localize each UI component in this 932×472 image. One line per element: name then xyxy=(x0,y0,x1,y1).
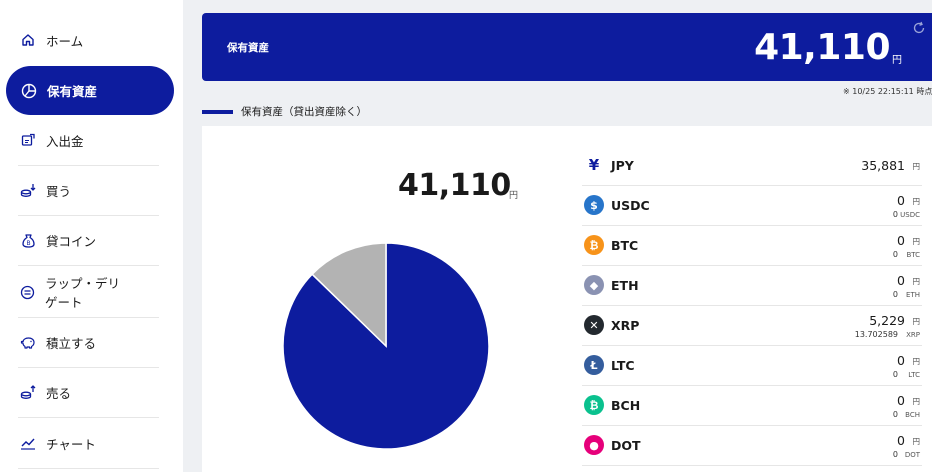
sidebar-item-chart[interactable]: チャート xyxy=(20,418,130,468)
home-icon xyxy=(20,32,36,48)
asset-quantity-unit: XRP xyxy=(906,331,920,339)
transfer-icon xyxy=(20,132,36,148)
asset-value-unit: 円 xyxy=(912,437,921,446)
asset-quantity: 13.702589 xyxy=(854,330,898,339)
asset-row-xrp[interactable]: ✕ XRP 5,229 円 13.702589 XRP xyxy=(582,306,922,346)
asset-quantity: 0 xyxy=(892,370,898,379)
asset-quantity-unit: DOT xyxy=(904,451,920,459)
sidebar-item-deposit-withdraw[interactable]: 入出金 xyxy=(20,115,130,165)
asset-value: 0 xyxy=(897,433,905,448)
asset-value-unit: 円 xyxy=(912,197,921,206)
asset-quantity: 0 xyxy=(892,290,898,299)
asset-value-unit: 円 xyxy=(912,317,921,326)
asset-value: 0 xyxy=(897,353,905,368)
asset-value: 35,881 xyxy=(861,158,905,173)
asset-symbol: USDC xyxy=(611,198,650,213)
total-assets-amount: 41,110 xyxy=(754,27,890,68)
sidebar-item-assets[interactable]: 保有資産 xyxy=(6,66,174,115)
wrap-delegate-icon xyxy=(20,284,35,300)
asset-quantity: 0 xyxy=(892,410,898,419)
asset-quantity-unit: USDC xyxy=(900,211,920,219)
asset-row-ltc[interactable]: Ł LTC 0 円 0 LTC xyxy=(582,346,922,386)
svg-text:B: B xyxy=(26,240,30,247)
asset-value: 0 xyxy=(897,393,905,408)
pie-total-unit: 円 xyxy=(509,191,519,201)
sidebar-item-label: 保有資産 xyxy=(47,84,98,99)
sidebar-item-label: ホーム xyxy=(46,33,84,49)
asset-value-unit: 円 xyxy=(912,277,921,286)
updated-timestamp: ※ 10/25 22:15:11 時点 xyxy=(843,87,932,96)
asset-symbol: LTC xyxy=(611,358,635,373)
asset-symbol: DOT xyxy=(611,438,641,453)
asset-quantity-unit: LTC xyxy=(908,371,920,379)
banner-label: 保有資産 xyxy=(227,42,269,54)
sidebar-item-home[interactable]: ホーム xyxy=(20,15,130,65)
asset-quantity: 0 xyxy=(892,210,898,219)
eth-icon: ◆ xyxy=(584,275,604,295)
sidebar-item-label: 貸コイン xyxy=(46,233,97,249)
sidebar: ホーム 保有資産 入出金 買う B 貸コイン ラップ・デリゲート 積立する 売る… xyxy=(0,0,183,472)
divider xyxy=(18,468,159,469)
asset-quantity-unit: BTC xyxy=(906,251,920,259)
total-assets-banner: 保有資産 41,110 円 xyxy=(202,13,932,81)
sidebar-item-wrap-delegate[interactable]: ラップ・デリゲート xyxy=(20,267,130,317)
asset-value-unit: 円 xyxy=(912,162,921,171)
pie-chart-icon xyxy=(21,83,37,99)
sidebar-item-lend-coin[interactable]: B 貸コイン xyxy=(20,215,130,265)
asset-pie-chart xyxy=(282,242,490,450)
asset-quantity-unit: BCH xyxy=(905,411,920,419)
asset-value: 0 xyxy=(897,233,905,248)
lend-bag-icon: B xyxy=(20,232,36,248)
section-accent-bar xyxy=(202,109,233,114)
sidebar-item-label: ラップ・デリゲート xyxy=(45,276,121,310)
asset-quantity-unit: ETH xyxy=(906,291,920,299)
asset-row-usdc[interactable]: $ USDC 0 円 0 USDC xyxy=(582,186,922,226)
sidebar-item-accumulate[interactable]: 積立する xyxy=(20,317,130,367)
asset-value-unit: 円 xyxy=(912,397,921,406)
asset-row-bch[interactable]: ₿ BCH 0 円 0 BCH xyxy=(582,386,922,426)
asset-row-btc[interactable]: ₿ BTC 0 円 0 BTC xyxy=(582,226,922,266)
sidebar-item-label: 売る xyxy=(46,385,72,401)
sidebar-item-sell[interactable]: 売る xyxy=(20,367,130,417)
asset-symbol: ETH xyxy=(611,278,639,293)
sidebar-item-label: 入出金 xyxy=(46,133,84,149)
asset-value: 0 xyxy=(897,193,905,208)
sidebar-item-label: 買う xyxy=(46,183,72,199)
asset-value-unit: 円 xyxy=(912,357,921,366)
sell-coins-icon xyxy=(20,384,36,400)
sidebar-item-label: チャート xyxy=(46,436,96,452)
jpy-icon: ¥ xyxy=(584,155,604,175)
divider xyxy=(18,265,159,266)
asset-value-unit: 円 xyxy=(912,237,921,246)
asset-symbol: XRP xyxy=(611,318,640,333)
asset-row-dot[interactable]: ● DOT 0 円 0 DOT xyxy=(582,426,922,466)
refresh-icon[interactable] xyxy=(912,20,926,34)
piggy-bank-icon xyxy=(20,334,36,350)
asset-value: 5,229 xyxy=(869,313,905,328)
bch-icon: ₿ xyxy=(584,395,604,415)
asset-row-eth[interactable]: ◆ ETH 0 円 0 ETH xyxy=(582,266,922,306)
ltc-icon: Ł xyxy=(584,355,604,375)
asset-symbol: BTC xyxy=(611,238,639,253)
asset-quantity: 0 xyxy=(892,450,898,459)
dot-icon: ● xyxy=(584,435,604,455)
section-title-text: 保有資産（貸出資産除く） xyxy=(241,106,367,118)
buy-coins-icon xyxy=(20,182,36,198)
chart-line-icon xyxy=(20,435,36,451)
asset-symbol: JPY xyxy=(611,158,634,173)
asset-row-jpy[interactable]: ¥ JPY 35,881 円 xyxy=(582,146,922,186)
xrp-icon: ✕ xyxy=(584,315,604,335)
section-title: 保有資産（貸出資産除く） xyxy=(202,104,367,119)
asset-symbol: BCH xyxy=(611,398,641,413)
asset-value: 0 xyxy=(897,273,905,288)
total-assets-unit: 円 xyxy=(892,55,902,66)
usdc-icon: $ xyxy=(584,195,604,215)
btc-icon: ₿ xyxy=(584,235,604,255)
pie-total-amount: 41,110 xyxy=(398,168,511,203)
asset-quantity: 0 xyxy=(892,250,898,259)
sidebar-item-label: 積立する xyxy=(46,335,97,351)
sidebar-item-buy[interactable]: 買う xyxy=(20,165,130,215)
